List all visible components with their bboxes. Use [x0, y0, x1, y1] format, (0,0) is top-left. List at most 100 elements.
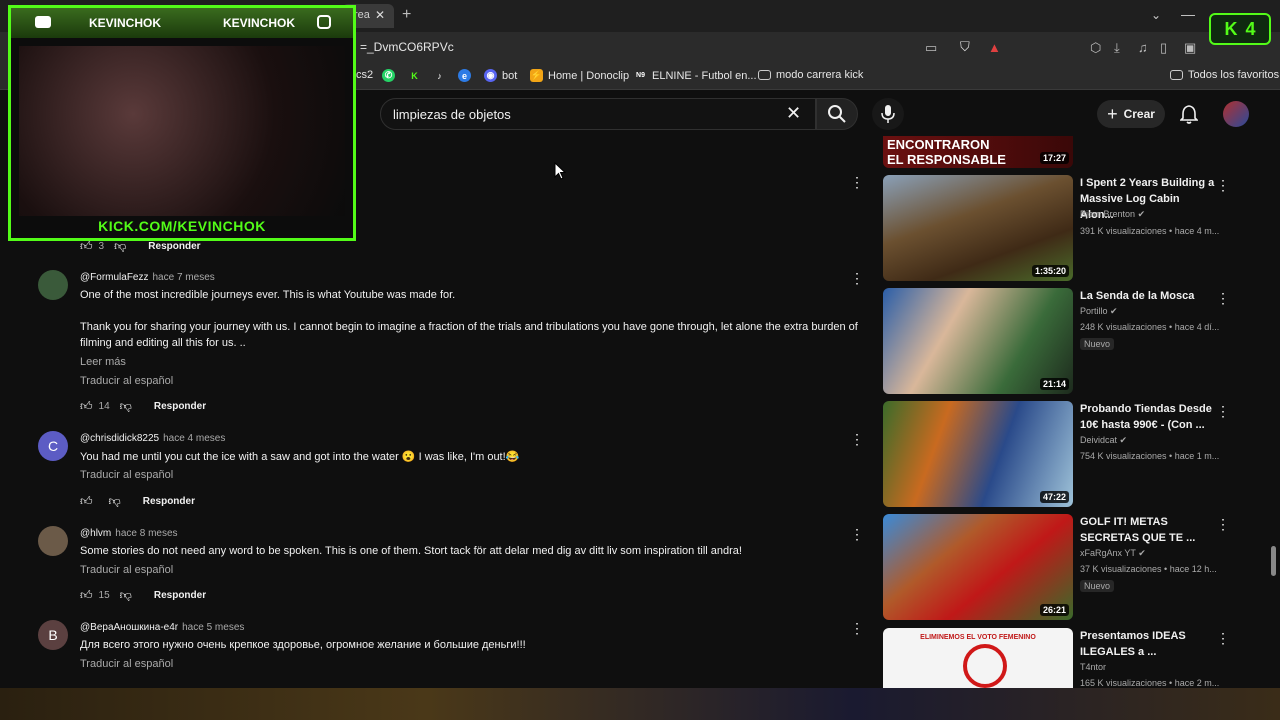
- bookmark-tiktok[interactable]: ♪: [433, 69, 446, 82]
- commenter-avatar[interactable]: B: [38, 620, 68, 650]
- reply-button[interactable]: Responder: [154, 401, 206, 412]
- comment-text-continued: Thank you for sharing your journey with …: [80, 321, 858, 349]
- comment-more-icon[interactable]: ⋮: [850, 526, 864, 543]
- like-icon[interactable]: 👍︎: [80, 399, 93, 414]
- video-title[interactable]: GOLF IT! METAS SECRETAS QUE TE ...: [1080, 514, 1215, 546]
- prohibited-icon: [963, 644, 1007, 688]
- comment-author[interactable]: @ВераАношкина-е4r: [80, 622, 178, 633]
- brave-shield-icon[interactable]: ⛉: [960, 39, 970, 55]
- translate-link[interactable]: Traducir al español: [80, 375, 173, 387]
- comment-more-icon[interactable]: ⋮: [850, 431, 864, 448]
- translate-link[interactable]: Traducir al español: [80, 469, 173, 481]
- commenter-avatar[interactable]: C: [38, 431, 68, 461]
- commenter-avatar[interactable]: [38, 526, 68, 556]
- video-thumbnail[interactable]: 1:35:20: [883, 175, 1073, 281]
- related-video[interactable]: 26:21 GOLF IT! METAS SECRETAS QUE TE ...…: [883, 514, 1233, 622]
- comment-author[interactable]: @chrisdidick8225: [80, 433, 159, 444]
- video-channel[interactable]: Portillo ✔: [1080, 306, 1118, 317]
- dislike-icon[interactable]: 👎︎: [109, 494, 121, 509]
- wallet-icon[interactable]: ▣: [1184, 40, 1196, 56]
- folder-icon: [1170, 70, 1183, 80]
- sidebar-toggle-icon[interactable]: ▯: [1160, 40, 1167, 56]
- bookmark-bot[interactable]: ◉ bot: [484, 69, 517, 82]
- comment-more-icon[interactable]: ⋮: [850, 620, 864, 637]
- search-button[interactable]: [816, 98, 858, 130]
- like-icon[interactable]: 👍︎: [80, 239, 93, 254]
- translate-link[interactable]: Traducir al español: [80, 658, 173, 670]
- kick-badge-count: 4: [1245, 18, 1256, 39]
- dislike-icon[interactable]: 👎︎: [120, 399, 132, 414]
- user-avatar[interactable]: [1223, 101, 1249, 127]
- comment-author-line: @chrisdidick8225 hace 4 meses: [80, 433, 225, 444]
- notifications-bell-icon[interactable]: [1180, 104, 1198, 124]
- reply-button[interactable]: Responder: [143, 496, 195, 507]
- comment-author[interactable]: @FormulaFezz: [80, 272, 149, 283]
- clear-search-icon[interactable]: ✕: [786, 103, 801, 124]
- dislike-icon[interactable]: 👎︎: [114, 239, 126, 254]
- commenter-avatar[interactable]: [38, 270, 68, 300]
- video-more-icon[interactable]: ⋮: [1216, 403, 1230, 420]
- bookmark-donoclip[interactable]: ⚡ Home | Donoclip: [530, 69, 629, 82]
- scrollbar-thumb[interactable]: [1271, 546, 1276, 576]
- new-tab-button[interactable]: +: [402, 6, 411, 24]
- video-thumbnail[interactable]: ENCONTRARON EL RESPONSABLE 17:27: [883, 136, 1073, 168]
- video-thumbnail[interactable]: 26:21: [883, 514, 1073, 620]
- related-video-partial[interactable]: ENCONTRARON EL RESPONSABLE 17:27: [883, 136, 1233, 170]
- cast-icon[interactable]: ▭: [925, 40, 937, 56]
- tab-search-chevron-icon[interactable]: ⌄: [1151, 8, 1161, 22]
- related-video[interactable]: 47:22 Probando Tiendas Desde 10€ hasta 9…: [883, 401, 1233, 509]
- video-channel[interactable]: T4ntor: [1080, 662, 1106, 672]
- instagram-icon: [317, 15, 331, 29]
- video-more-icon[interactable]: ⋮: [1216, 630, 1230, 647]
- youtube-icon: [35, 16, 51, 28]
- bookmark-browser[interactable]: e: [458, 69, 471, 82]
- video-title[interactable]: Probando Tiendas Desde 10€ hasta 990€ - …: [1080, 401, 1215, 433]
- brave-rewards-icon[interactable]: ▲: [988, 40, 1001, 55]
- bookmark-cs2[interactable]: cs2: [356, 69, 373, 81]
- related-video[interactable]: ELIMINEMOS EL VOTO FEMENINO Presentamos …: [883, 628, 1233, 688]
- dislike-icon[interactable]: 👎︎: [120, 588, 132, 603]
- comment-text: You had me until you cut the ice with a …: [80, 451, 520, 463]
- tab-close-icon[interactable]: ✕: [372, 8, 388, 22]
- bookmark-kick[interactable]: K: [408, 69, 421, 82]
- bookmark-folder-all[interactable]: Todos los favoritos: [1170, 69, 1279, 81]
- video-more-icon[interactable]: ⋮: [1216, 516, 1230, 533]
- video-more-icon[interactable]: ⋮: [1216, 177, 1230, 194]
- reply-button[interactable]: Responder: [154, 590, 206, 601]
- like-icon[interactable]: 👍︎: [80, 494, 93, 509]
- kick-icon: K: [411, 70, 418, 81]
- related-video[interactable]: 21:14 La Senda de la Mosca Portillo ✔ 24…: [883, 288, 1233, 396]
- video-channel[interactable]: xFaRgAnx YT ✔: [1080, 548, 1146, 559]
- video-meta: 391 K visualizaciones • hace 4 m...: [1080, 226, 1220, 236]
- video-more-icon[interactable]: ⋮: [1216, 290, 1230, 307]
- bookmark-whatsapp[interactable]: ✆: [382, 69, 395, 82]
- url-field[interactable]: =_DvmCO6RPVc: [360, 40, 454, 54]
- video-channel[interactable]: Bjorn Brenton ✔: [1080, 209, 1145, 220]
- window-minimize-button[interactable]: —: [1181, 6, 1195, 22]
- video-channel[interactable]: Deividcat ✔: [1080, 435, 1127, 446]
- comment-author-line: @hlvm hace 8 meses: [80, 528, 178, 539]
- like-icon[interactable]: 👍︎: [80, 588, 93, 603]
- video-thumbnail[interactable]: ELIMINEMOS EL VOTO FEMENINO: [883, 628, 1073, 688]
- translate-link[interactable]: Traducir al español: [80, 564, 173, 576]
- create-button[interactable]: + Crear: [1097, 100, 1165, 128]
- verified-icon: ✔: [1138, 548, 1146, 558]
- video-thumbnail[interactable]: 47:22: [883, 401, 1073, 507]
- reply-button[interactable]: Responder: [148, 241, 200, 252]
- extensions-icon[interactable]: ⬡: [1090, 40, 1101, 56]
- comment-more-icon[interactable]: ⋮: [850, 270, 864, 287]
- bookmark-folder-modo-carrera[interactable]: modo carrera kick: [758, 69, 863, 81]
- media-icon[interactable]: ♫: [1138, 40, 1148, 55]
- stream-webcam-overlay: KEVINCHOK KEVINCHOK KICK.COM/KEVINCHOK: [8, 5, 356, 241]
- video-title[interactable]: Presentamos IDEAS ILEGALES a ...: [1080, 628, 1215, 660]
- video-title[interactable]: La Senda de la Mosca: [1080, 288, 1215, 304]
- video-thumbnail[interactable]: 21:14: [883, 288, 1073, 394]
- comment-more-icon[interactable]: ⋮: [850, 174, 864, 191]
- read-more-link[interactable]: Leer más: [80, 356, 126, 368]
- comment-author[interactable]: @hlvm: [80, 528, 111, 539]
- video-duration: 47:22: [1039, 491, 1069, 503]
- download-icon[interactable]: ⤓: [1114, 40, 1120, 56]
- related-video[interactable]: 1:35:20 I Spent 2 Years Building a Massi…: [883, 175, 1233, 283]
- bookmark-elnine[interactable]: N9 ELNINE - Futbol en...: [634, 69, 757, 82]
- voice-search-button[interactable]: [872, 98, 904, 130]
